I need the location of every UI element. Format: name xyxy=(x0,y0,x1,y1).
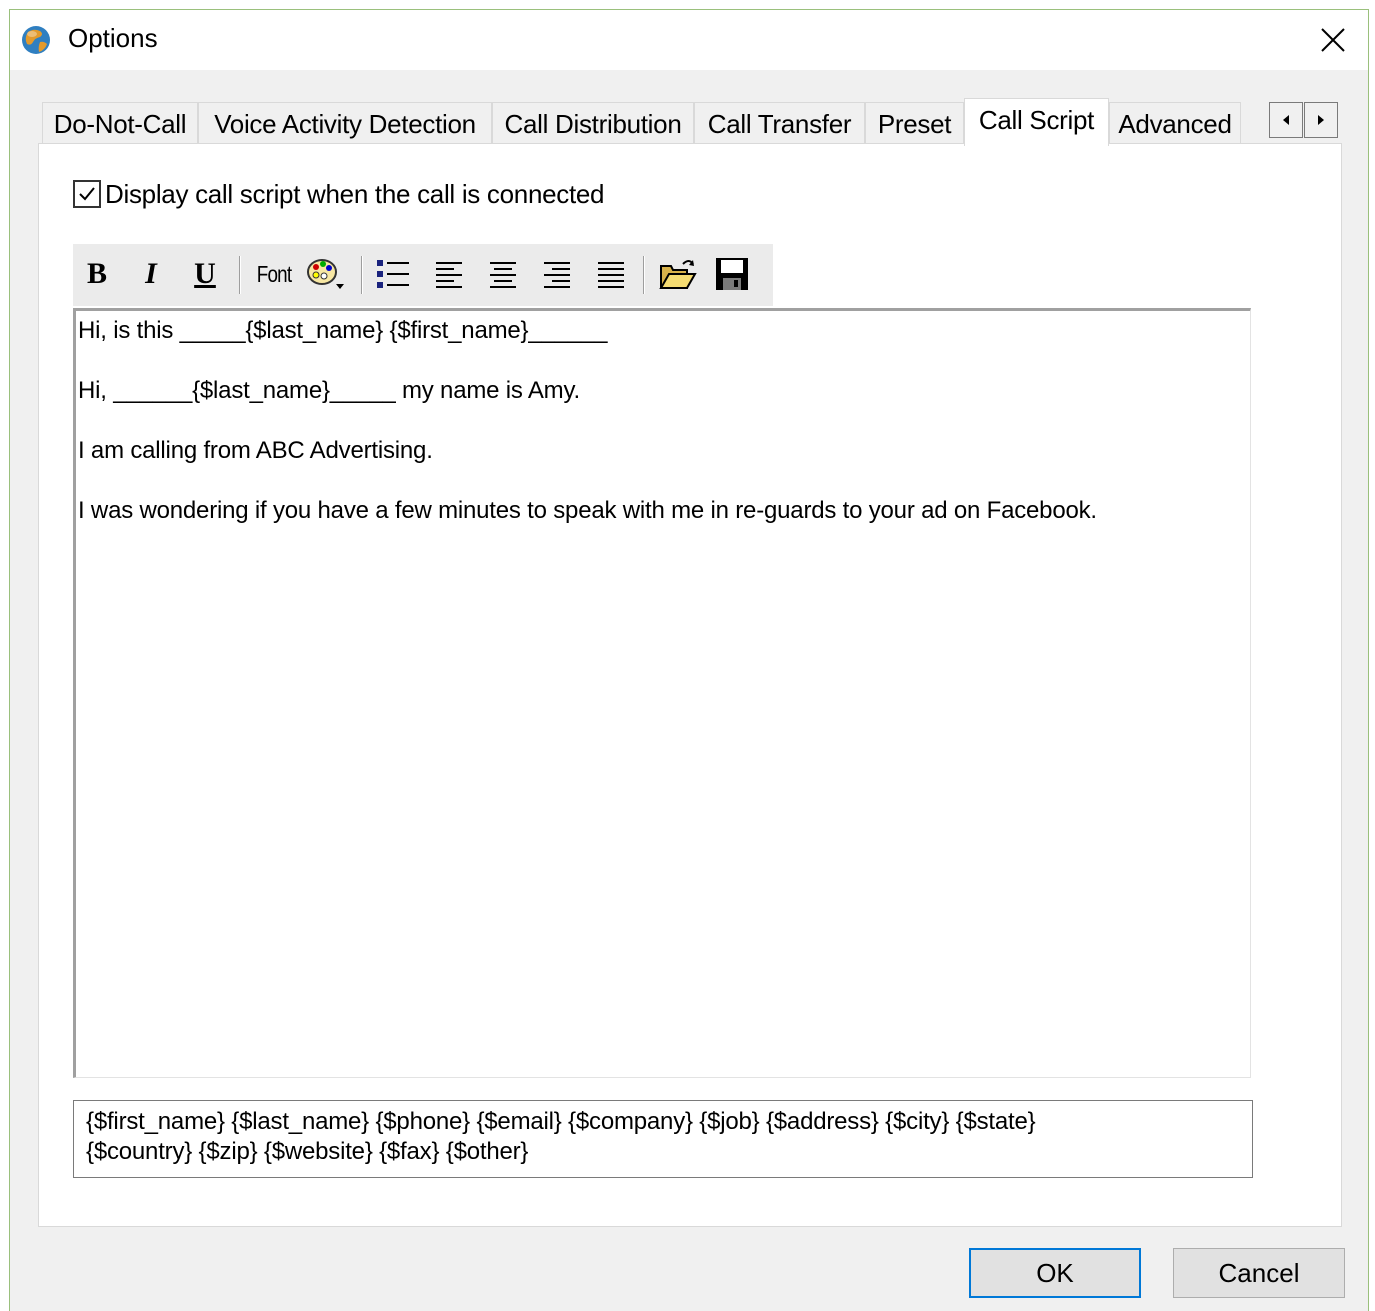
ok-button[interactable]: OK xyxy=(969,1248,1141,1298)
tab-call-script[interactable]: Call Script xyxy=(964,98,1109,146)
display-call-script-label: Display call script when the call is con… xyxy=(105,178,605,209)
justify-icon xyxy=(598,262,624,288)
display-call-script-checkbox[interactable] xyxy=(73,180,101,208)
toolbar-separator xyxy=(361,256,363,294)
title-bar: Options xyxy=(10,10,1368,70)
open-folder-icon xyxy=(659,260,697,289)
align-center-icon xyxy=(490,262,516,288)
align-left-button[interactable] xyxy=(429,252,469,296)
open-button[interactable] xyxy=(657,252,699,296)
tab-call-transfer[interactable]: Call Transfer xyxy=(694,102,865,144)
italic-button[interactable]: I xyxy=(135,252,167,296)
globe-app-icon xyxy=(22,26,50,54)
tab-preset[interactable]: Preset xyxy=(865,102,964,144)
cancel-button[interactable]: Cancel xyxy=(1173,1248,1345,1298)
font-button[interactable]: Font xyxy=(251,252,297,296)
display-call-script-option[interactable]: Display call script when the call is con… xyxy=(73,178,605,210)
align-right-button[interactable] xyxy=(537,252,577,296)
color-palette-icon xyxy=(307,259,344,289)
arrow-left-icon xyxy=(1283,115,1289,125)
variables-list[interactable]: {$first_name} {$last_name} {$phone} {$em… xyxy=(73,1100,1253,1178)
script-line: I was wondering if you have a few minute… xyxy=(78,497,1097,524)
align-center-button[interactable] xyxy=(483,252,523,296)
save-icon xyxy=(716,258,748,290)
close-button[interactable] xyxy=(1298,10,1368,70)
bold-button[interactable]: B xyxy=(81,252,113,296)
align-left-icon xyxy=(436,262,462,288)
tab-scroll-right-button[interactable] xyxy=(1304,102,1338,138)
tab-voice-activity-detection[interactable]: Voice Activity Detection xyxy=(198,102,492,144)
font-label: Font xyxy=(256,260,292,287)
underline-button[interactable]: U xyxy=(189,252,221,296)
tab-scroll-left-button[interactable] xyxy=(1269,102,1303,138)
call-script-panel: Display call script when the call is con… xyxy=(38,143,1342,1227)
call-script-editor[interactable]: Hi, is this _____{$last_name} {$first_na… xyxy=(73,308,1251,1078)
underline-label: U xyxy=(194,257,216,290)
color-button[interactable] xyxy=(303,252,349,296)
tab-do-not-call[interactable]: Do-Not-Call xyxy=(42,102,198,144)
formatting-toolbar: B I U Font xyxy=(73,244,773,306)
window-title: Options xyxy=(68,23,158,53)
save-button[interactable] xyxy=(711,252,753,296)
italic-label: I xyxy=(145,257,157,290)
variables-line: {$country} {$zip} {$website} {$fax} {$ot… xyxy=(86,1138,529,1165)
bullet-list-icon xyxy=(377,260,409,288)
bullet-list-button[interactable] xyxy=(373,252,413,296)
options-dialog: Options Do-Not-Call Voice Activity Detec… xyxy=(9,9,1369,1311)
tab-advanced[interactable]: Advanced xyxy=(1109,102,1241,144)
arrow-right-icon xyxy=(1318,115,1324,125)
script-line: Hi, is this _____{$last_name} {$first_na… xyxy=(78,317,608,344)
checkmark-icon xyxy=(79,187,95,201)
tab-call-distribution[interactable]: Call Distribution xyxy=(492,102,694,144)
toolbar-separator xyxy=(643,256,645,294)
close-icon xyxy=(1321,28,1345,52)
bold-label: B xyxy=(86,257,107,290)
script-line: I am calling from ABC Advertising. xyxy=(78,437,433,464)
variables-line: {$first_name} {$last_name} {$phone} {$em… xyxy=(86,1108,1036,1135)
script-line: Hi, ______{$last_name}_____ my name is A… xyxy=(78,377,580,404)
justify-button[interactable] xyxy=(591,252,631,296)
toolbar-separator xyxy=(239,256,241,294)
align-right-icon xyxy=(544,262,570,288)
